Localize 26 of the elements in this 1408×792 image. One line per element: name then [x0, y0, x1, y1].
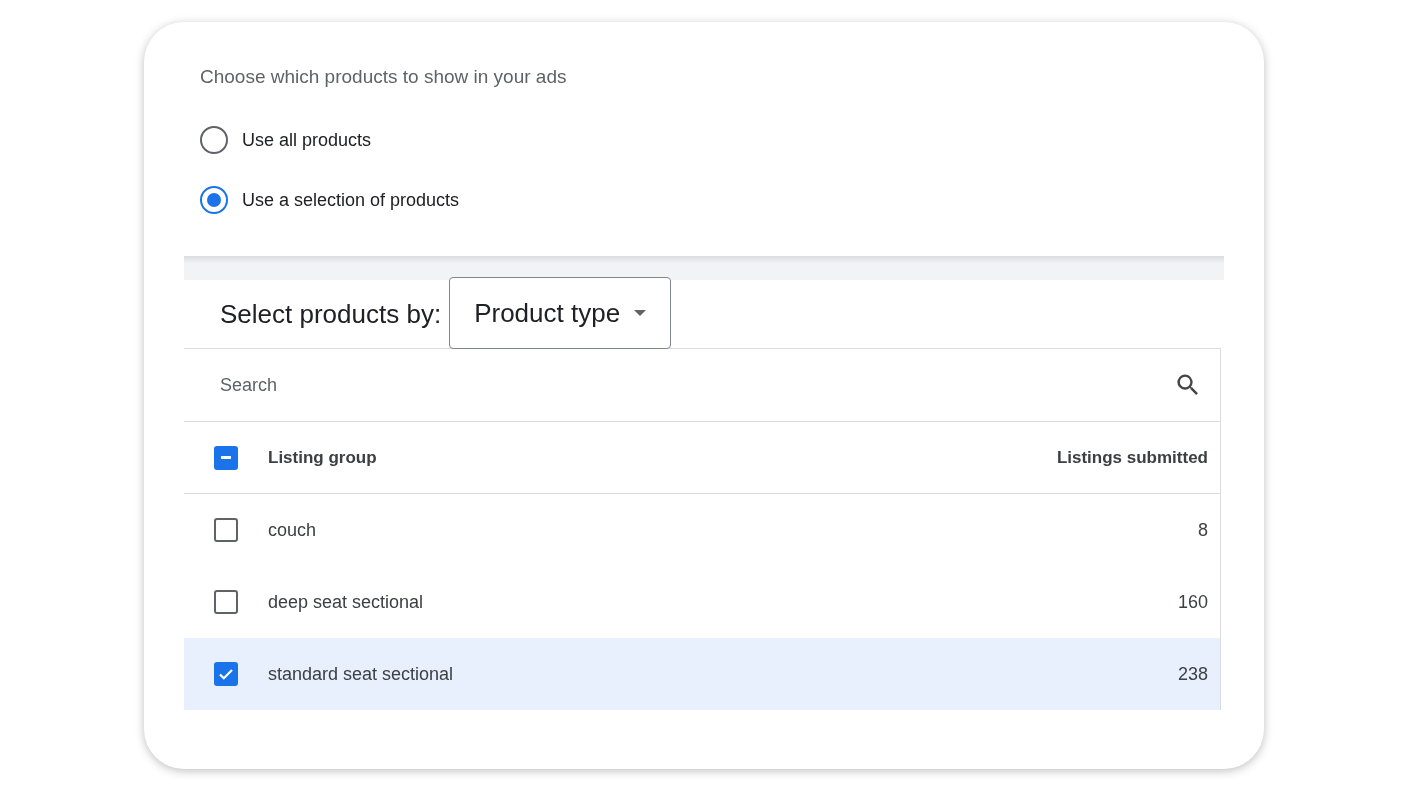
product-type-dropdown[interactable]: Product type [449, 277, 672, 349]
table-row[interactable]: deep seat sectional 160 [184, 566, 1220, 638]
radio-button[interactable] [200, 186, 228, 214]
table-cell-text: deep seat sectional [268, 591, 425, 613]
select-all-checkbox[interactable] [214, 445, 238, 470]
select-label: Select products by: [220, 298, 442, 330]
table-row[interactable]: standard seat sectional 238 [184, 638, 1220, 710]
check-icon [219, 668, 233, 680]
row-checkbox[interactable] [214, 662, 238, 686]
column-header: Listings submitted [1056, 447, 1208, 468]
minus-icon [221, 456, 231, 459]
table-cell-text: standard seat sectional [268, 663, 455, 685]
search-field[interactable]: Search [220, 374, 1174, 396]
row-checkbox[interactable] [214, 518, 238, 542]
table-cell: 8 [1198, 519, 1208, 541]
row-checkbox[interactable] [214, 590, 238, 614]
column-header: Listing group [268, 447, 378, 468]
radio-label[interactable]: Use all products [242, 129, 372, 151]
caret-icon [634, 310, 647, 316]
table-cell: 160 [1177, 591, 1208, 613]
table-cell-text: couch [268, 519, 318, 541]
section-heading: Choose which products to show in your ads [200, 66, 568, 88]
radio-button[interactable] [200, 126, 228, 154]
radio-label[interactable]: Use a selection of products [242, 189, 460, 211]
table-row[interactable]: couch 8 [184, 494, 1220, 566]
table-cell: 238 [1177, 663, 1208, 685]
